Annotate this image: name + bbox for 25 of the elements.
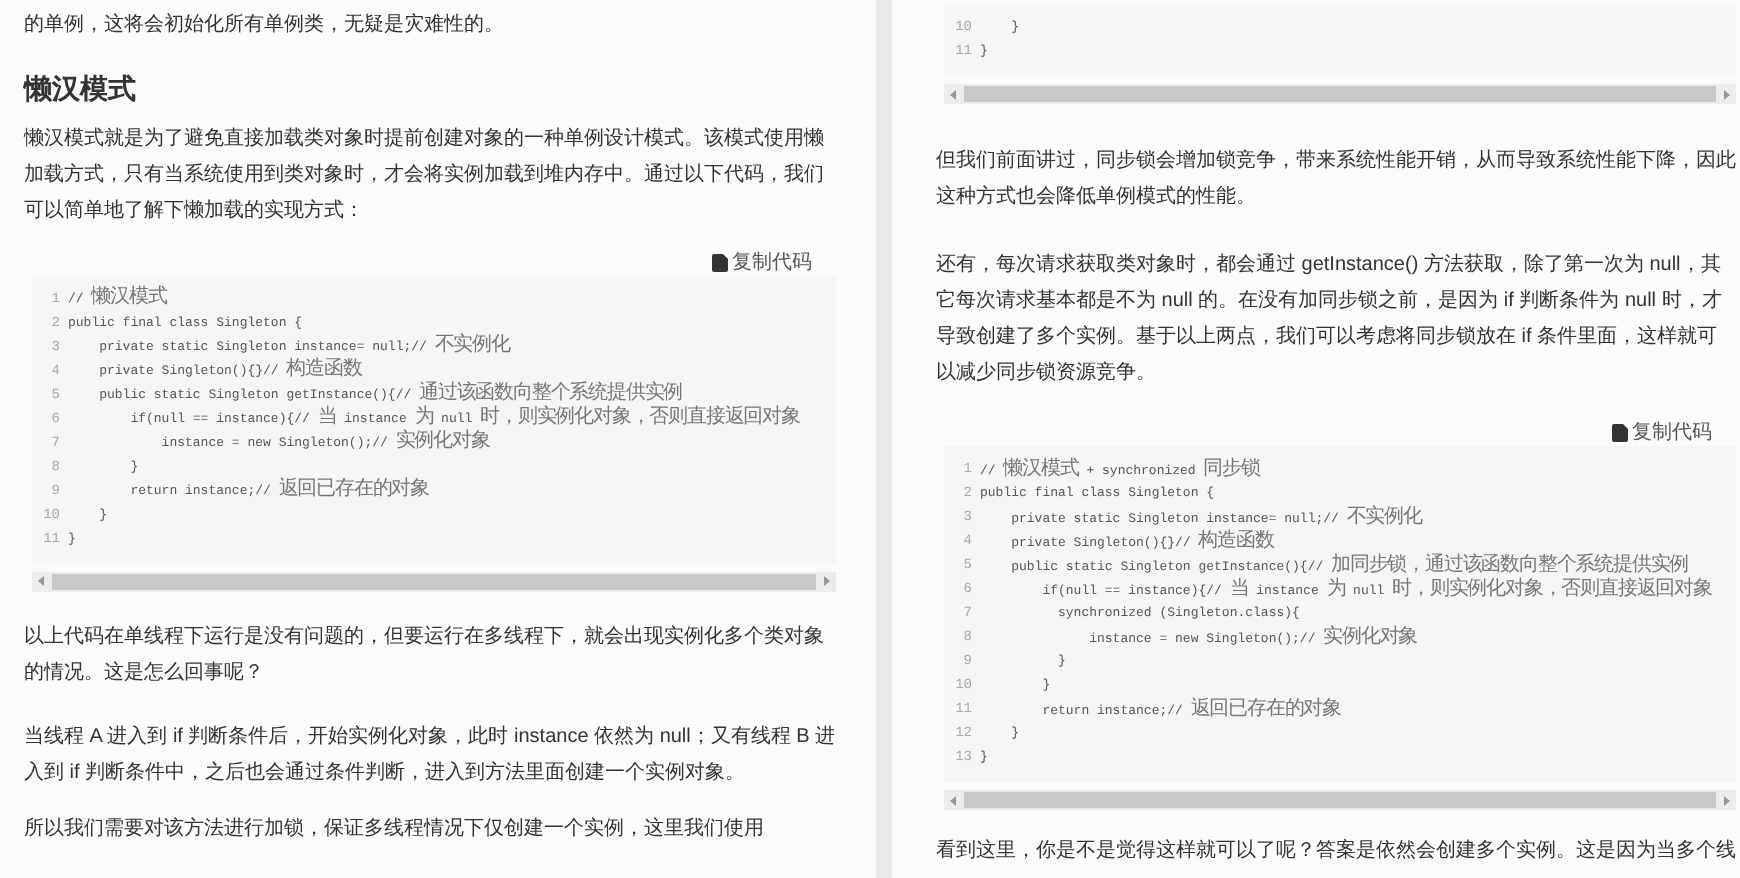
copy-code-button[interactable]: 复制代码	[712, 249, 812, 276]
copy-icon	[1612, 424, 1628, 442]
scroll-right-icon[interactable]	[824, 576, 830, 587]
scroll-left-icon[interactable]	[950, 89, 956, 99]
paragraph: 当线程 A 进入到 if 判断条件后，开始实例化对象，此时 instance 依然为 null；又有线程 B 进入到 if 判断条件中，之后也会通过条件判断，进入到方法里面创建一个实例对象。	[24, 723, 836, 788]
paragraph: 还有，每次请求获取类对象时，都会通过 getInstance() 方法获取，除了第一次为 null，其它每次请求基本都是不为 null 的。在没有加同步锁之前，是因为 if 判断条件为 null 时，才导致创建了多个实例。基于以上两点，我们可以考虑将同步锁放在 if 条件里面，这样就可以减少同步锁资源竞争。	[936, 251, 1724, 388]
copy-icon	[712, 253, 728, 272]
paragraph: 懒汉模式就是为了避免直接加载类对象时提前创建对象的一种单例设计模式。该模式使用懒加载方式，只有当系统使用到类对象时，才会将实例加载到堆内存中。通过以下代码，我们可以简单地了解下懒加载的实现方式：	[24, 125, 826, 226]
paragraph: 看到这里，你是不是觉得这样就可以了呢？答案是依然会创建多个实例。这是因为当多个线	[936, 837, 1736, 866]
horizontal-scrollbar[interactable]	[944, 790, 1736, 810]
scrollbar-thumb[interactable]	[964, 86, 1716, 102]
paragraph: 以上代码在单线程下运行是没有问题的，但要运行在多线程下，就会出现实例化多个类对象的情况。这是怎么回事呢？	[24, 623, 826, 688]
scroll-left-icon[interactable]	[38, 576, 44, 587]
paragraph: 所以我们需要对该方法进行加锁，保证多线程情况下仅创建一个实例，这里我们使用	[24, 815, 766, 844]
scrollbar-thumb[interactable]	[964, 792, 1716, 808]
scroll-right-icon[interactable]	[1724, 795, 1730, 805]
paragraph: 但我们前面讲过，同步锁会增加锁竞争，带来系统性能开销，从而导致系统性能下降，因此这种方式也会降低单例模式的性能。	[936, 147, 1736, 212]
section-heading: 懒汉模式	[24, 72, 138, 106]
horizontal-scrollbar[interactable]	[32, 571, 836, 592]
paragraph: 的单例，这将会初始化所有单例类，无疑是灾难性的。	[24, 11, 506, 40]
horizontal-scrollbar[interactable]	[944, 84, 1736, 104]
copy-code-button[interactable]: 复制代码	[1612, 420, 1712, 446]
scroll-right-icon[interactable]	[1724, 89, 1730, 99]
scrollbar-thumb[interactable]	[52, 573, 816, 590]
scroll-left-icon[interactable]	[950, 795, 956, 805]
